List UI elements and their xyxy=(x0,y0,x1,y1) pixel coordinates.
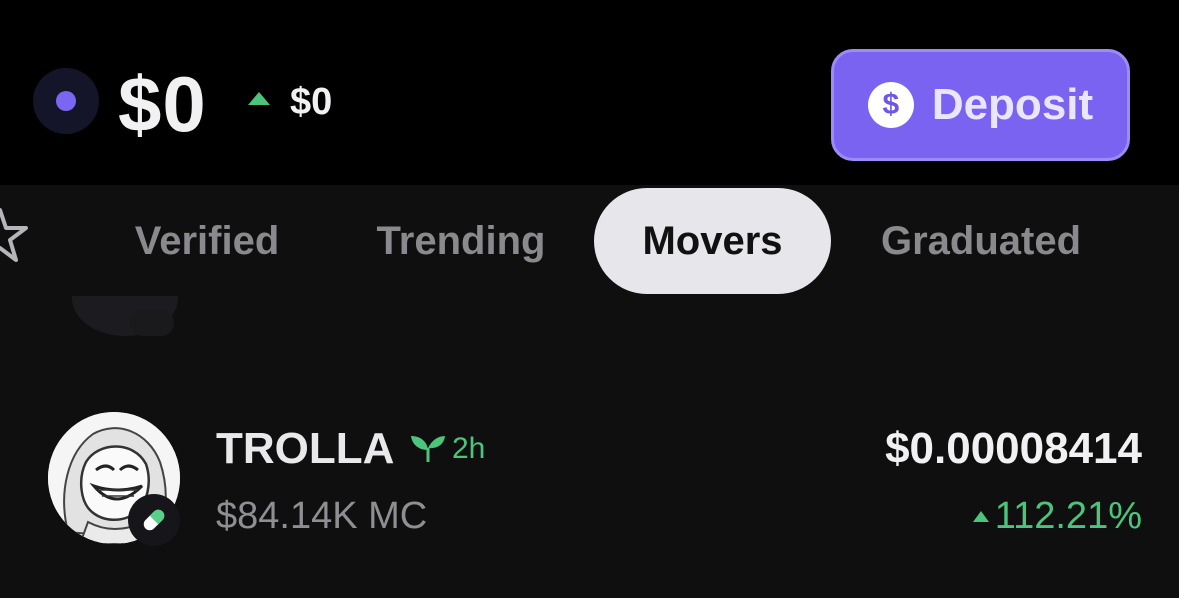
up-arrow-icon xyxy=(248,92,270,105)
pill-icon xyxy=(128,494,180,546)
tab-movers[interactable]: Movers xyxy=(594,188,831,294)
list-item[interactable]: TROLLA 2h $84.14K MC $0.00008414 112.21% xyxy=(0,390,1179,560)
star-icon[interactable] xyxy=(0,208,36,270)
tab-verified[interactable]: Verified xyxy=(112,188,302,294)
token-name: TROLLA xyxy=(216,424,395,473)
wallet-dot-icon[interactable] xyxy=(33,68,99,134)
balance-change: $0 xyxy=(290,81,333,123)
token-age: 2h xyxy=(452,432,486,465)
up-arrow-icon xyxy=(972,510,989,522)
leaf-icon xyxy=(411,436,445,462)
deposit-label: Deposit xyxy=(931,80,1094,129)
market-cap: $84.14K MC xyxy=(216,495,428,537)
dollar-icon: $ xyxy=(867,82,914,128)
token-price: $0.00008414 xyxy=(885,424,1142,473)
price-change: 112.21% xyxy=(972,494,1142,538)
pill-icon xyxy=(130,310,174,336)
list-item[interactable] xyxy=(0,296,1179,346)
tab-graduated[interactable]: Graduated xyxy=(862,188,1100,294)
top-header: $0 $0 $ Deposit xyxy=(0,0,1179,185)
tab-trending[interactable]: Trending xyxy=(356,188,566,294)
deposit-button[interactable]: $ Deposit xyxy=(831,49,1130,161)
change-percent: 112.21% xyxy=(994,495,1142,537)
balance-value: $0 xyxy=(118,60,207,148)
